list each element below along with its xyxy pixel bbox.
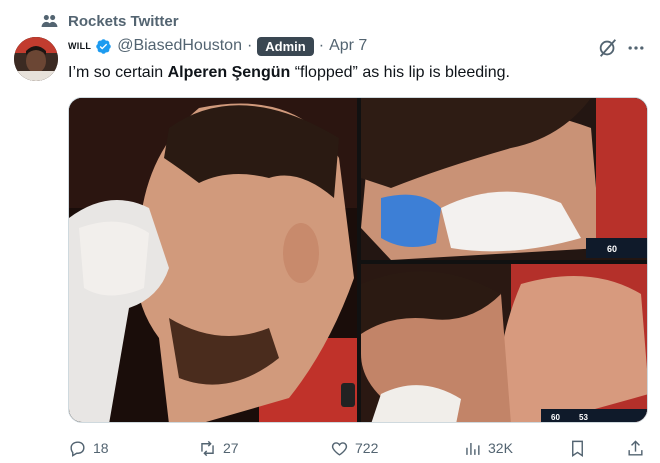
repost-button[interactable]: 27 — [198, 437, 239, 459]
repost-icon — [201, 440, 214, 456]
scoreboard-home-2: 60 — [551, 413, 560, 422]
author-handle[interactable]: @BiasedHouston — [117, 37, 242, 55]
community-icon — [41, 14, 58, 27]
avatar[interactable] — [14, 37, 58, 81]
media-photo-1[interactable] — [69, 98, 357, 422]
tweet-text: I’m so certain Alperen Şengün “flopped” … — [68, 62, 510, 84]
heart-icon — [331, 441, 348, 456]
tweet-date[interactable]: Apr 7 — [329, 37, 367, 55]
more-options-icon[interactable] — [625, 37, 647, 59]
views-button[interactable]: 32K — [463, 437, 513, 459]
tweet-text-end: “flopped” as his lip is bleeding. — [290, 64, 510, 81]
community-name[interactable]: Rockets Twitter — [68, 13, 179, 30]
like-button[interactable]: 722 — [330, 437, 378, 459]
tweet-text-start: I’m so certain — [68, 64, 168, 81]
media-photo-2[interactable]: 60 — [361, 98, 647, 260]
share-button[interactable] — [626, 437, 645, 459]
views-count: 32K — [488, 440, 513, 456]
separator-dot: · — [246, 37, 253, 54]
like-count: 722 — [355, 440, 379, 456]
tweet-text-mention: Alperen Şengün — [167, 64, 291, 81]
tweet-header: WILL @BiasedHouston · Admin · Apr 7 — [68, 34, 367, 58]
admin-badge: Admin — [257, 36, 314, 56]
media-grid: 60 60 53 — [68, 97, 648, 423]
share-icon — [628, 439, 643, 456]
separator-dot: · — [318, 37, 325, 54]
media-photo-3[interactable]: 60 53 — [361, 264, 647, 422]
author-name[interactable]: WILL — [68, 41, 91, 51]
reply-count: 18 — [93, 440, 109, 456]
verified-badge-icon[interactable] — [95, 38, 112, 55]
scoreboard-away: 53 — [579, 413, 588, 422]
grok-icon[interactable] — [597, 37, 619, 59]
scoreboard-home: 60 — [607, 244, 617, 254]
repost-count: 27 — [223, 440, 239, 456]
reply-button[interactable]: 18 — [68, 437, 109, 459]
reply-icon — [70, 440, 85, 457]
views-icon — [466, 442, 480, 455]
community-context[interactable]: Rockets Twitter — [40, 10, 179, 32]
bookmark-icon — [572, 440, 583, 457]
bookmark-button[interactable] — [568, 437, 587, 459]
tweet-actions: 18 27 722 32K — [68, 437, 648, 459]
